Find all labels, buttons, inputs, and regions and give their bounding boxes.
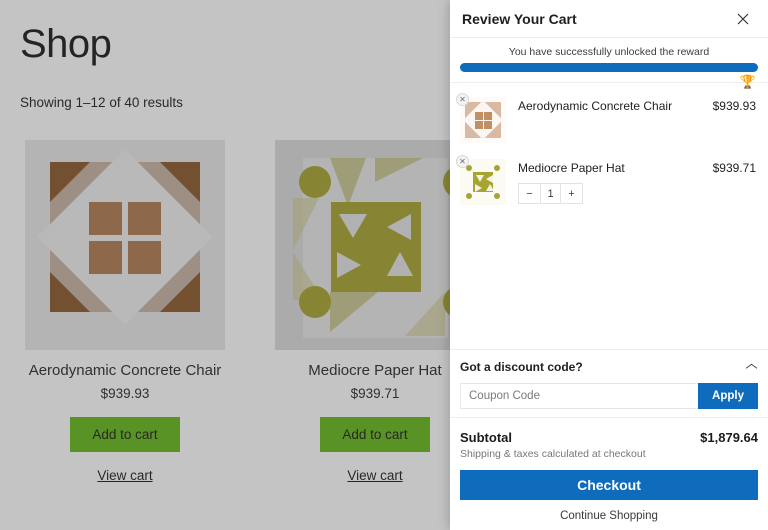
quantity-value: 1 — [540, 184, 561, 203]
app-root: Shop Showing 1–12 of 40 results Aerodyna… — [0, 0, 768, 530]
cart-panel: Review Your Cart You have successfully u… — [450, 0, 768, 530]
continue-shopping-link[interactable]: Continue Shopping — [460, 510, 758, 522]
cart-item-price: $939.71 — [712, 161, 756, 175]
reward-progress-fill — [460, 63, 758, 72]
quantity-increase-button[interactable]: + — [561, 184, 582, 203]
cart-item-thumb-wrap: ✕ — [456, 155, 506, 205]
reward-message: You have successfully unlocked the rewar… — [508, 46, 710, 58]
cart-title: Review Your Cart — [462, 10, 577, 27]
totals-section: Subtotal $1,879.64 Shipping & taxes calc… — [450, 417, 768, 460]
cart-item-name: Mediocre Paper Hat — [518, 161, 625, 175]
checkout-button[interactable]: Checkout — [460, 470, 758, 500]
modal-overlay[interactable] — [0, 0, 450, 530]
cart-item-body: Mediocre Paper Hat − 1 + — [506, 159, 705, 204]
quantity-stepper[interactable]: − 1 + — [518, 183, 583, 204]
subtotal-value: $1,879.64 — [700, 430, 758, 445]
cart-item: ✕ Aerodynamic Concrete Chair $939.93 — [450, 89, 768, 151]
coupon-input[interactable] — [460, 383, 698, 409]
coupon-row: Apply — [460, 383, 758, 409]
subtotal-label: Subtotal — [460, 430, 512, 445]
cart-header: Review Your Cart — [450, 0, 768, 38]
chevron-up-icon — [745, 363, 758, 372]
quantity-decrease-button[interactable]: − — [519, 184, 540, 203]
subtotal-row: Subtotal $1,879.64 — [460, 430, 758, 445]
cart-item-price: $939.93 — [712, 99, 756, 113]
close-icon[interactable] — [730, 6, 756, 32]
cart-items-list: ✕ Aerodynamic Concrete Chair $939.93 ✕ M… — [450, 83, 768, 349]
cart-item-body: Aerodynamic Concrete Chair — [506, 97, 705, 113]
cart-actions: Checkout Continue Shopping — [450, 460, 768, 530]
reward-progress-bar: 🏆 — [460, 63, 758, 88]
cart-item: ✕ Mediocre Paper Hat − 1 + $939.71 — [450, 151, 768, 213]
cart-item-thumb-wrap: ✕ — [456, 93, 506, 143]
trophy-icon: 🏆 — [739, 74, 756, 89]
discount-toggle[interactable]: Got a discount code? — [460, 360, 758, 374]
remove-item-button[interactable]: ✕ — [456, 155, 469, 168]
apply-coupon-button[interactable]: Apply — [698, 383, 758, 409]
reward-progress-section: You have successfully unlocked the rewar… — [450, 38, 768, 88]
remove-item-button[interactable]: ✕ — [456, 93, 469, 106]
discount-section: Got a discount code? Apply — [450, 349, 768, 417]
shipping-note: Shipping & taxes calculated at checkout — [460, 448, 646, 460]
discount-label: Got a discount code? — [460, 360, 583, 374]
cart-item-name: Aerodynamic Concrete Chair — [518, 99, 673, 113]
